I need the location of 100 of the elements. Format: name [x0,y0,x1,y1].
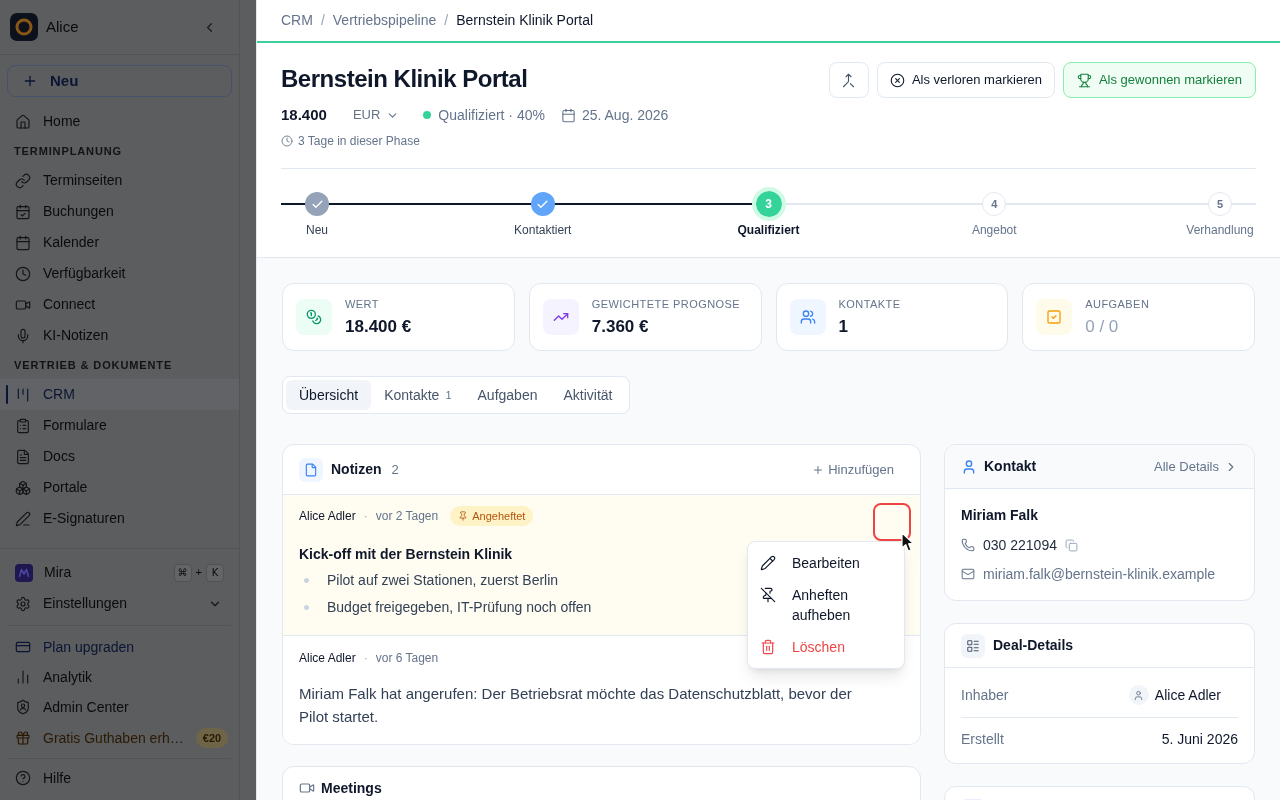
credit-card-icon [15,639,31,655]
trophy-icon [1076,72,1092,88]
nav-item[interactable]: KI-Notizen [0,320,239,351]
trend-up-icon [542,299,579,335]
bullet-icon [304,604,309,610]
tab[interactable]: Aktivität [550,380,626,410]
step-label: Qualifiziert [737,222,800,238]
step-label: Angebot [971,222,1017,238]
coins-icon [296,299,332,335]
step-number: 4 [982,192,1007,216]
bullet-text: Budget freigegeben, IT-Prüfung noch offen [327,598,592,617]
mark-won-button[interactable]: Als gewonnen markieren [1062,62,1256,98]
tab[interactable]: Aufgaben [464,380,551,410]
section-label: TERMINPLANUNG [13,143,123,159]
kanban-icon [15,386,31,403]
note-text: Miriam Falk hat angerufen: Der Betriebsrat möchte das Datenschutzblatt, bevor der Pilot startet. [299,684,853,727]
breadcrumb-link[interactable]: Vertriebspipeline [332,10,437,31]
meta-separator: · [363,650,368,667]
calendar-icon [560,107,576,123]
avatar-icon [1128,685,1149,705]
breadcrumb-separator: / [320,11,325,30]
mark-lost-button[interactable]: Als verloren markieren [876,62,1055,98]
breadcrumb-link[interactable]: CRM [281,10,313,31]
step-number: 5 [1208,192,1232,216]
nav-item[interactable]: Analytik [8,662,231,692]
nav-item[interactable]: CRM [0,379,239,410]
document-icon [15,448,31,465]
nav-item[interactable]: Docs [0,441,239,472]
deal-stage: Qualifiziert · 40% [438,105,545,125]
video-camera-icon [299,780,315,796]
list-icon [961,633,985,658]
nav-item[interactable]: Portale [0,472,239,503]
note-time: vor 2 Tagen [375,508,439,525]
stat-value: 0 / 0 [1085,316,1119,339]
shield-user-icon [15,699,31,715]
clock-icon [15,265,31,282]
stat-value: 18.400 € [345,316,412,339]
detail-label: Inhaber [961,685,1009,705]
tab[interactable]: Kontakte 1 [371,380,465,410]
nav-item[interactable]: Home [0,106,239,137]
stat-label: GEWICHTETE PROGNOSE [591,296,741,312]
nav-item[interactable]: Admin Center [8,692,231,722]
nav-item[interactable]: Connect [0,289,239,320]
calendar-check-icon [15,203,31,220]
add-note-button[interactable]: Hinzufügen [812,459,894,480]
note-time: vor 6 Tagen [375,650,439,667]
new-button[interactable]: Neu [7,65,232,97]
assistant-item[interactable]: Mira ⌘ + K [0,557,239,588]
credit-badge: €20 [195,727,229,749]
details-link[interactable]: Alle Details [1153,456,1238,477]
workspace-name: Alice [46,16,79,37]
nav-item[interactable]: E-Signaturen [0,503,239,534]
menu-item[interactable]: Anheften aufheben [748,579,904,631]
stat-label: WERT [345,296,379,312]
checkbox-icon [1036,299,1073,335]
email-link[interactable]: miriam.falk@bernstein-klinik.example [983,563,1216,585]
note-author: Alice Adler [299,650,356,667]
merge-button[interactable] [828,62,869,98]
close-circle-icon [889,72,905,88]
clipboard-list-icon [15,417,31,434]
copy-icon[interactable] [1064,538,1078,552]
nav-item[interactable]: Buchungen [0,196,239,227]
menu-item[interactable]: Bearbeiten [748,547,904,579]
breadcrumb-current: Bernstein Klinik Portal [456,11,594,30]
tab[interactable]: Übersicht [286,380,372,410]
note-author: Alice Adler [299,508,356,525]
detail-label: Erstellt [961,729,1004,749]
stat-label: KONTAKTE [838,296,901,312]
user-icon [961,458,977,475]
nav-item[interactable]: Formulare [0,410,239,441]
shortcut-key: ⌘ [173,563,192,582]
nav-item[interactable]: Hilfe [8,763,231,793]
nav-item[interactable]: Einstellungen [0,588,239,619]
nav-item[interactable]: Plan upgraden [8,632,231,662]
note-title: Kick-off mit der Bernstein Klinik [299,545,513,564]
menu-item[interactable]: Löschen [748,631,904,663]
step-label: Neu [306,222,328,238]
bullet-icon [304,577,309,583]
pen-icon [15,510,31,527]
detail-value: 5. Juni 2026 [1161,729,1238,749]
gift-icon [15,730,31,746]
nav-item[interactable]: Terminseiten [0,165,239,196]
settings-icon [15,595,31,612]
pinned-badge: Angeheftet [450,505,534,527]
pin-icon [458,511,469,521]
logo-icon [10,13,38,41]
stat-value: 1 [838,316,848,339]
file-icon [299,457,323,482]
nav-item[interactable]: Gratis Guthaben erh… €20 [8,722,231,754]
breadcrumb-separator: / [444,11,449,30]
currency-select[interactable]: EUR [352,105,400,125]
nav-item[interactable]: Verfügbarkeit [0,258,239,289]
step-label: Verhandlung [1186,222,1254,238]
plus-icon [22,73,38,89]
stat-value: 7.360 € [591,316,649,339]
nav-item[interactable]: Kalender [0,227,239,258]
microphone-icon [15,327,31,344]
trash-icon [760,639,776,655]
merge-icon [841,72,857,88]
notes-count: 2 [391,460,399,479]
